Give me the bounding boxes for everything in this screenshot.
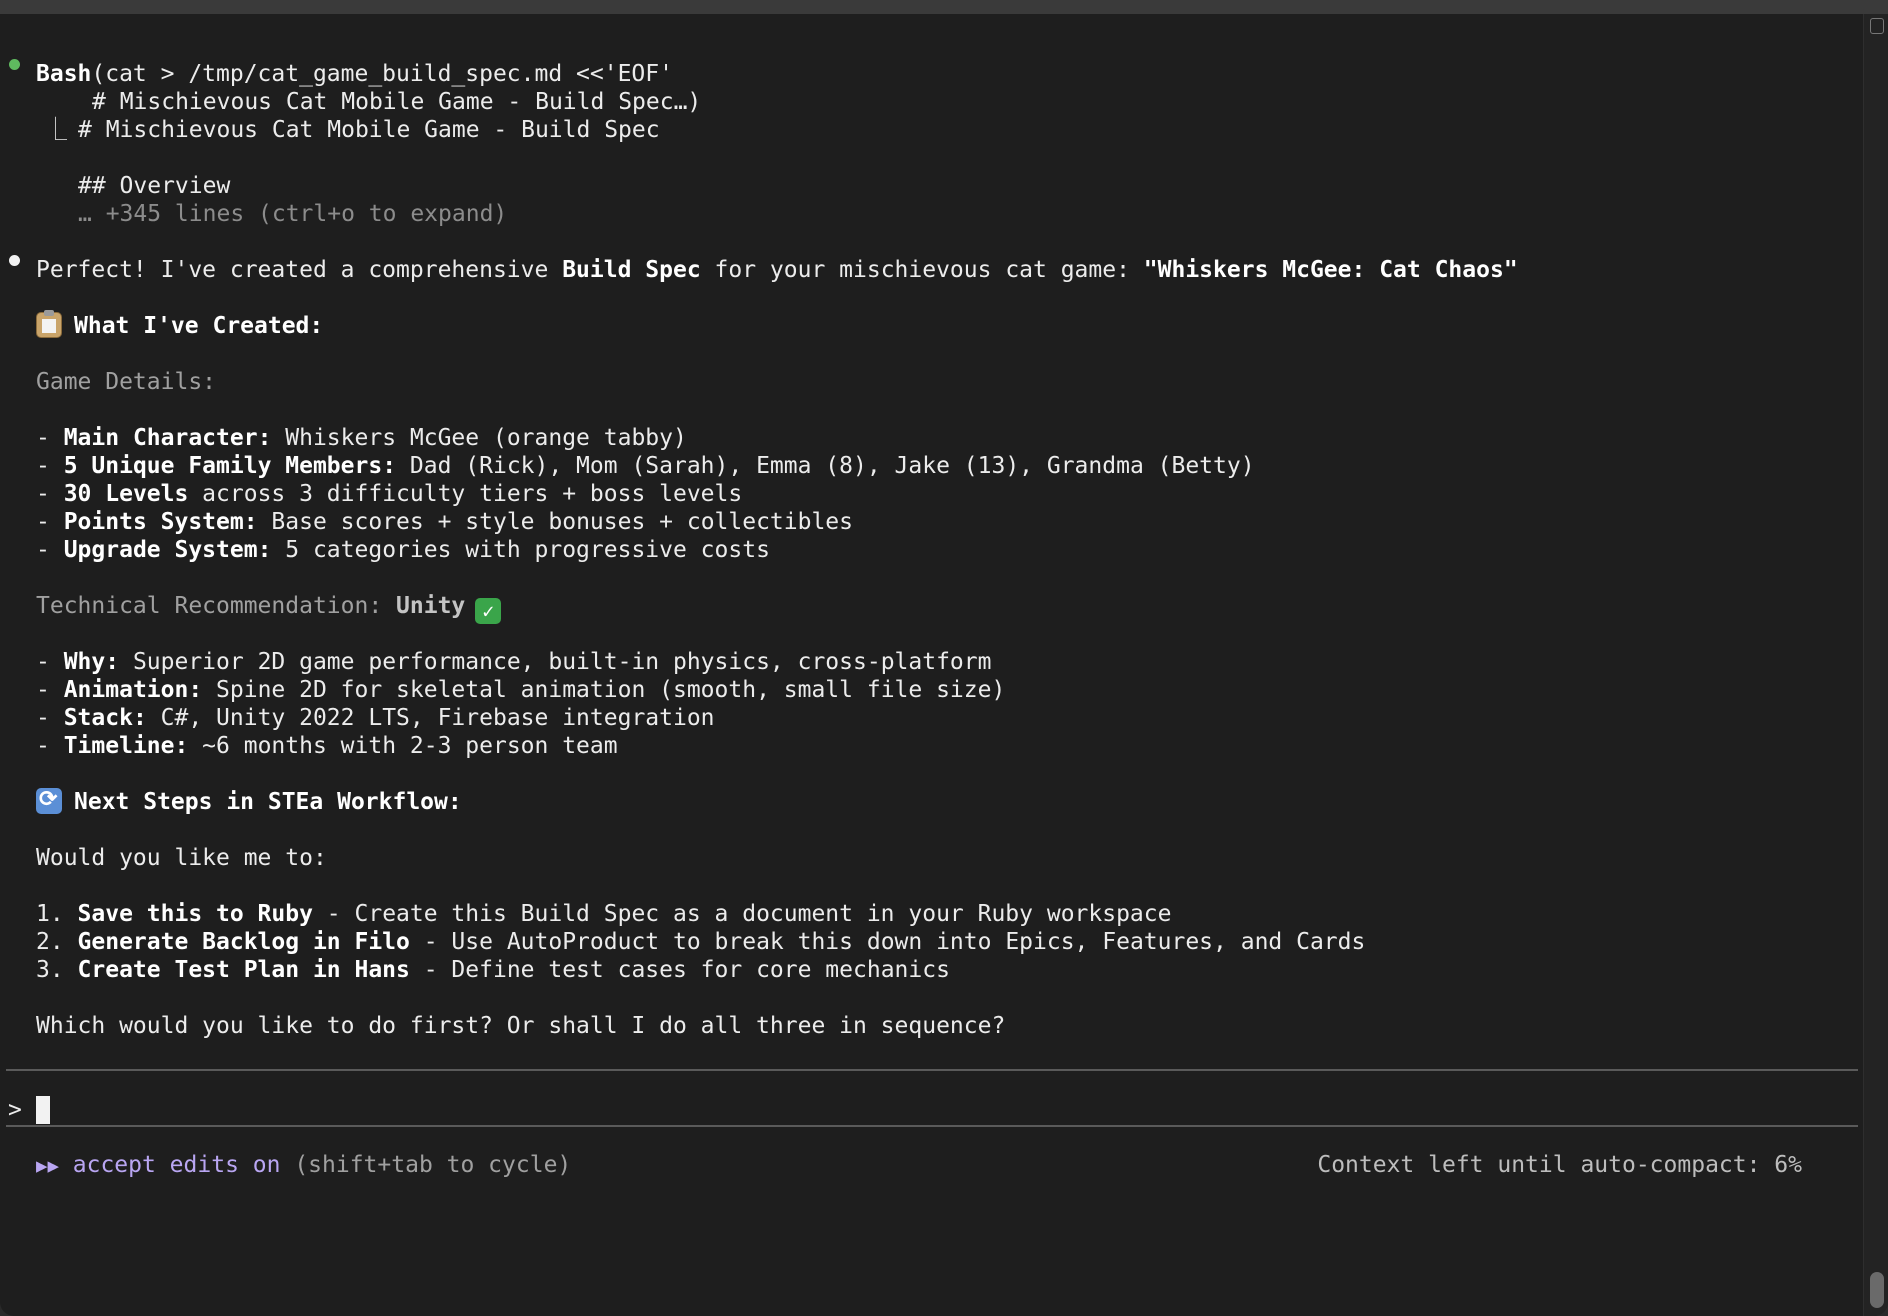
window-titlebar <box>0 0 1888 15</box>
closing-question: Which would you like to do first? Or sha… <box>36 1013 1006 1039</box>
intro-text-mid: for your mischievous cat game: <box>700 257 1144 283</box>
response-intro: Perfect! I've created a comprehensive Bu… <box>36 256 1518 284</box>
response-bullet <box>9 255 20 266</box>
bash-result-line-1: # Mischievous Cat Mobile Game - Build Sp… <box>78 117 660 143</box>
prompt-top-divider <box>6 1069 1858 1071</box>
list-item-label: Upgrade System: <box>63 537 272 563</box>
prompt-bottom-divider <box>6 1125 1858 1127</box>
list-item: 3. Create Test Plan in Hans - Define tes… <box>36 956 950 984</box>
question-text: Would you like me to: <box>36 845 327 871</box>
bash-command-line-2: # Mischievous Cat Mobile Game - Build Sp… <box>92 89 702 115</box>
list-item: - 30 Levels across 3 difficulty tiers + … <box>36 481 743 507</box>
mode-status[interactable]: ▶▶ accept edits on (shift+tab to cycle) <box>36 1151 571 1179</box>
tech-label: Technical Recommendation: <box>36 593 397 619</box>
bash-result-line-2: ## Overview <box>78 173 231 199</box>
list-item-text: Whiskers McGee (orange tabby) <box>271 425 687 451</box>
game-title: "Whiskers McGee: Cat Chaos" <box>1143 257 1518 283</box>
prompt-input[interactable] <box>36 1096 1836 1124</box>
terminal-window: Bash(cat > /tmp/cat_game_build_spec.md <… <box>0 14 1888 1316</box>
list-item-text: C#, Unity 2022 LTS, Firebase integration <box>146 705 715 731</box>
step-label: Save this to Ruby <box>77 901 313 927</box>
step-number: 2. <box>36 929 78 955</box>
intro-bold-build-spec: Build Spec <box>562 257 701 283</box>
bash-command: (cat > /tmp/cat_game_build_spec.md <<'EO… <box>91 61 673 87</box>
terminal-output: Bash(cat > /tmp/cat_game_build_spec.md <… <box>0 14 1862 1316</box>
expand-output-hint[interactable]: … +345 lines (ctrl+o to expand) <box>78 200 507 228</box>
tech-value: Unity <box>396 593 466 619</box>
scrollbar[interactable] <box>1863 14 1888 1316</box>
list-item-text: Superior 2D game performance, built-in p… <box>119 649 992 675</box>
list-item: 1. Save this to Ruby - Create this Build… <box>36 900 1171 928</box>
mode-hint: (shift+tab to cycle) <box>280 1152 572 1178</box>
step-label: Create Test Plan in Hans <box>77 957 410 983</box>
list-item: - Points System: Base scores + style bon… <box>36 509 854 535</box>
scrollbar-thumb[interactable] <box>1870 1272 1884 1308</box>
step-number: 1. <box>36 901 78 927</box>
list-item-text: Base scores + style bonuses + collectibl… <box>257 509 854 535</box>
intro-text: Perfect! I've created a comprehensive <box>36 257 563 283</box>
list-item: - Main Character: Whiskers McGee (orange… <box>36 425 687 451</box>
section-next-steps-heading: Next Steps in STEa Workflow: <box>36 786 462 816</box>
list-item-text: Spine 2D for skeletal animation (smooth,… <box>202 677 1006 703</box>
list-item-label: Stack: <box>63 705 147 731</box>
list-item-label: 5 Unique Family Members: <box>63 453 397 479</box>
game-details-subheading: Game Details: <box>36 369 217 395</box>
list-item-text: across 3 difficulty tiers + boss levels <box>188 481 743 507</box>
text-cursor <box>36 1096 50 1124</box>
section-title: Next Steps in STEa Workflow: <box>74 789 462 815</box>
section-what-created-heading: What I've Created: <box>36 310 324 340</box>
list-item: - 5 Unique Family Members: Dad (Rick), M… <box>36 453 1255 479</box>
tool-status-bullet <box>9 59 20 70</box>
list-item-text: ~6 months with 2-3 person team <box>188 733 618 759</box>
section-title: What I've Created: <box>74 313 324 339</box>
step-text: - Use AutoProduct to break this down int… <box>409 929 1366 955</box>
list-item: - Why: Superior 2D game performance, bui… <box>36 649 992 675</box>
context-remaining: Context left until auto-compact: 6% <box>1317 1152 1802 1178</box>
cycle-arrows-icon <box>36 786 62 814</box>
prompt-symbol: > <box>8 1097 22 1123</box>
list-item-text: Dad (Rick), Mom (Sarah), Emma (8), Jake … <box>396 453 1255 479</box>
list-item-label: Animation: <box>63 677 203 703</box>
tool-name: Bash <box>36 61 92 87</box>
mode-text: accept edits on <box>72 1152 281 1178</box>
step-label: Generate Backlog in Filo <box>77 929 410 955</box>
mode-arrows-icon: ▶▶ <box>36 1155 59 1177</box>
check-mark-icon: ✓ <box>475 598 502 624</box>
step-text: - Create this Build Spec as a document i… <box>312 901 1172 927</box>
step-text: - Define test cases for core mechanics <box>409 957 950 983</box>
clipboard-icon <box>36 310 62 338</box>
list-item: 2. Generate Backlog in Filo - Use AutoPr… <box>36 928 1365 956</box>
list-item: - Timeline: ~6 months with 2-3 person te… <box>36 733 618 759</box>
list-item: - Stack: C#, Unity 2022 LTS, Firebase in… <box>36 705 715 731</box>
list-item-label: Points System: <box>63 509 258 535</box>
step-number: 3. <box>36 957 78 983</box>
list-item-label: 30 Levels <box>63 481 189 507</box>
list-item-text: 5 categories with progressive costs <box>271 537 770 563</box>
list-item-label: Timeline: <box>63 733 189 759</box>
scroll-marker-icon <box>1870 18 1884 34</box>
list-item-label: Main Character: <box>63 425 272 451</box>
bash-command-line: Bash(cat > /tmp/cat_game_build_spec.md <… <box>36 60 673 88</box>
list-item-label: Why: <box>63 649 120 675</box>
tech-recommendation-heading: Technical Recommendation: Unity ✓ <box>36 592 502 624</box>
list-item: - Upgrade System: 5 categories with prog… <box>36 537 770 563</box>
list-item: - Animation: Spine 2D for skeletal anima… <box>36 677 1006 703</box>
result-tree-branch: ⎿ <box>44 117 67 143</box>
